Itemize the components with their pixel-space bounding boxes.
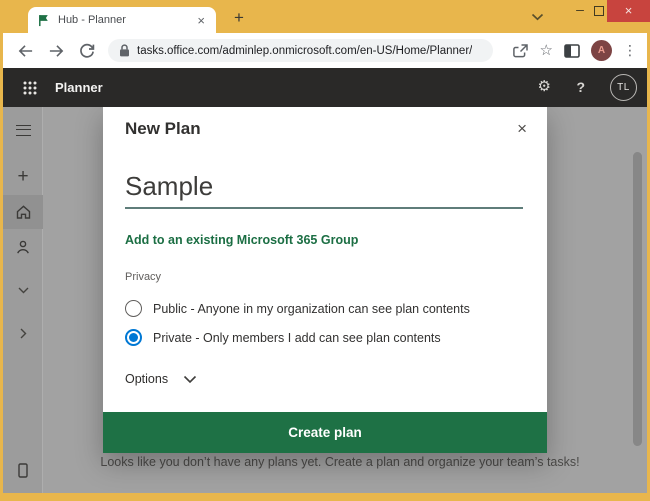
planner-app-header: Planner ⚙ ? TL — [3, 68, 647, 107]
tab-title: Hub - Planner — [58, 14, 126, 26]
dialog-close-icon[interactable]: × — [513, 117, 531, 141]
privacy-option-private[interactable]: Private - Only members I add can see pla… — [125, 329, 441, 346]
sidebar-item-hub[interactable] — [3, 195, 43, 229]
close-window-button[interactable]: × — [607, 0, 650, 22]
help-icon[interactable]: ? — [576, 79, 585, 95]
sidebar-expand-section[interactable] — [3, 273, 43, 307]
browser-window: Hub - Planner × + – × tasks.office.com/a… — [0, 0, 650, 501]
sidebar-new-plan-button[interactable]: + — [3, 160, 43, 194]
hamburger-icon — [15, 124, 31, 136]
mobile-phone-icon — [18, 462, 28, 478]
side-panel-icon[interactable] — [564, 43, 580, 58]
page-content: + Looks like you don’t have any plans ye… — [3, 107, 647, 493]
radio-selected-icon[interactable] — [125, 329, 142, 346]
sidebar-collapse-toggle[interactable] — [3, 316, 43, 350]
add-to-group-link[interactable]: Add to an existing Microsoft 365 Group — [125, 233, 358, 247]
browser-toolbar: tasks.office.com/adminlep.onmicrosoft.co… — [3, 33, 647, 68]
tab-close-icon[interactable]: × — [195, 13, 207, 28]
browser-profile-avatar[interactable]: A — [591, 40, 612, 61]
url-text[interactable]: tasks.office.com/adminlep.onmicrosoft.co… — [137, 45, 472, 57]
new-tab-button[interactable]: + — [227, 6, 251, 30]
options-expander[interactable]: Options — [125, 372, 197, 386]
back-icon[interactable] — [13, 39, 37, 63]
plan-name-input[interactable] — [125, 165, 523, 209]
sidebar-get-app-button[interactable] — [3, 453, 43, 487]
chevron-right-icon — [20, 328, 26, 338]
create-plan-button[interactable]: Create plan — [103, 412, 547, 453]
address-bar[interactable]: tasks.office.com/adminlep.onmicrosoft.co… — [108, 39, 493, 62]
dialog-title: New Plan — [125, 119, 201, 138]
minimize-button[interactable]: – — [569, 0, 591, 22]
browser-tab[interactable]: Hub - Planner × — [28, 7, 216, 33]
user-avatar[interactable]: TL — [610, 74, 637, 101]
settings-gear-icon[interactable]: ⚙ — [538, 79, 551, 94]
reload-icon[interactable] — [75, 39, 99, 63]
nav-menu-toggle[interactable] — [3, 113, 43, 147]
options-label: Options — [125, 372, 169, 386]
planner-favicon-icon — [37, 14, 50, 27]
privacy-option-public[interactable]: Public - Anyone in my organization can s… — [125, 300, 470, 317]
home-icon — [16, 205, 30, 219]
app-title: Planner — [55, 80, 103, 95]
vertical-scrollbar[interactable] — [633, 152, 642, 446]
maximize-button[interactable] — [594, 6, 604, 16]
person-icon — [17, 240, 29, 253]
tab-search-chevron-icon[interactable] — [531, 13, 544, 21]
privacy-label: Privacy — [125, 271, 162, 283]
privacy-option-label: Private - Only members I add can see pla… — [153, 330, 441, 345]
sidebar-item-my-tasks[interactable] — [3, 230, 43, 264]
lock-icon[interactable] — [119, 44, 130, 57]
radio-dot — [129, 333, 138, 342]
privacy-option-label: Public - Anyone in my organization can s… — [153, 301, 470, 316]
toolbar-right-icons: ☆ A ⋮ — [501, 40, 637, 61]
empty-state-message: Looks like you don’t have any plans yet.… — [100, 455, 580, 469]
window-titlebar: Hub - Planner × + – × — [3, 0, 650, 33]
browser-menu-icon[interactable]: ⋮ — [623, 42, 637, 59]
left-nav-sidebar: + — [3, 107, 43, 493]
chevron-down-icon — [184, 375, 197, 383]
bookmark-star-icon[interactable]: ☆ — [540, 43, 553, 58]
share-icon[interactable] — [512, 43, 529, 59]
new-plan-dialog: New Plan × Add to an existing Microsoft … — [103, 107, 547, 453]
app-launcher-waffle-icon[interactable] — [23, 81, 37, 95]
radio-unselected-icon[interactable] — [125, 300, 142, 317]
forward-icon[interactable] — [44, 39, 68, 63]
chevron-down-icon — [18, 287, 28, 293]
